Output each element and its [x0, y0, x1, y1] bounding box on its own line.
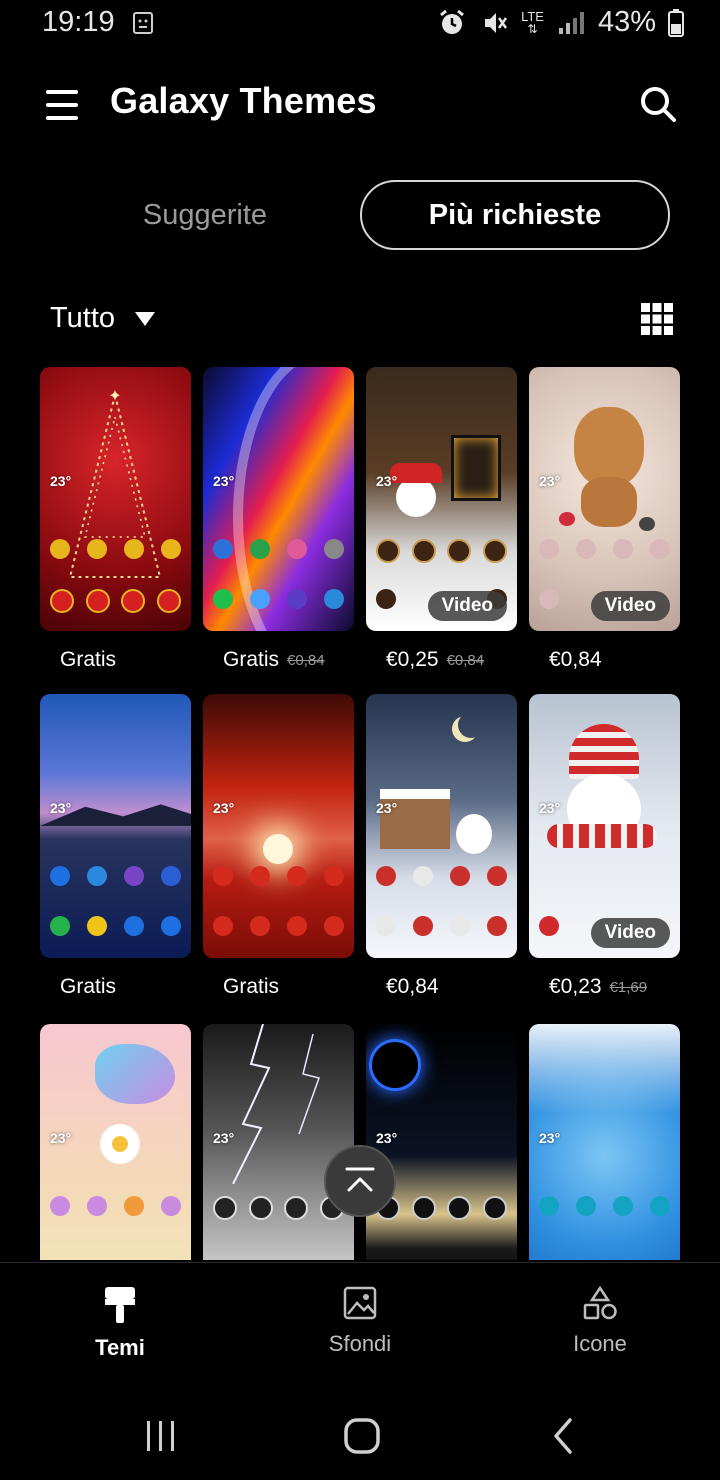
theme-card[interactable]: 23° Gratis	[203, 694, 354, 1002]
bottom-navigation: Temi Sfondi Icone	[0, 1262, 720, 1391]
price: Gratis	[60, 975, 117, 998]
nav-sfondi[interactable]: Sfondi	[270, 1285, 450, 1357]
filter-label: Tutto	[50, 302, 116, 334]
tab-suggerite[interactable]: Suggerite	[50, 180, 360, 250]
theme-thumbnail[interactable]: 23°	[366, 694, 517, 958]
category-filter-dropdown[interactable]: Tutto	[50, 302, 156, 335]
image-icon	[343, 1286, 377, 1320]
price: Gratis	[223, 975, 280, 998]
mute-icon	[485, 12, 508, 33]
theme-card[interactable]: 23° €0,84	[366, 694, 517, 1002]
theme-thumbnail[interactable]: 23°	[366, 1024, 517, 1260]
theme-thumbnail[interactable]: 23°	[203, 1024, 354, 1260]
video-badge: Video	[427, 591, 507, 621]
scroll-to-top-button[interactable]	[324, 1145, 396, 1217]
price: Gratis	[223, 648, 280, 671]
recents-icon[interactable]	[137, 1412, 185, 1460]
grid-view-icon[interactable]	[640, 302, 674, 336]
old-price: €0,84	[287, 651, 325, 669]
battery-percent: 43%	[597, 6, 656, 38]
screenshot-notification-icon	[133, 12, 153, 34]
theme-thumbnail[interactable]: 23°	[203, 367, 354, 631]
theme-thumbnail[interactable]: 23°	[203, 694, 354, 958]
theme-card[interactable]: 23°	[40, 1024, 191, 1260]
app-title: Galaxy Themes	[110, 80, 377, 121]
home-icon[interactable]	[338, 1412, 386, 1460]
alarm-icon	[440, 9, 464, 34]
battery-icon	[668, 8, 684, 37]
theme-card[interactable]: 23° Video €0,23 €1,69	[529, 694, 680, 1002]
theme-thumbnail[interactable]: ✦ 23°	[40, 367, 191, 631]
theme-thumbnail[interactable]: 23°	[40, 694, 191, 958]
theme-card[interactable]: 23°	[366, 1024, 517, 1260]
system-navigation-bar	[0, 1390, 720, 1480]
theme-grid: ✦ 23° Gratis 23° Gratis €0,84 23° Video	[40, 367, 680, 1260]
status-icons: LTE ⇅ 43%	[437, 6, 684, 39]
theme-card[interactable]: 23°	[203, 1024, 354, 1260]
lte-signal-icon: LTE ⇅	[521, 9, 544, 36]
tab-piu-richieste[interactable]: Più richieste	[360, 180, 670, 250]
status-time: 19:19	[42, 6, 115, 38]
nav-label-temi: Temi	[95, 1335, 145, 1360]
theme-card[interactable]: 23° Gratis	[40, 694, 191, 1002]
signal-icon	[558, 11, 584, 34]
paint-roller-icon	[105, 1287, 135, 1323]
theme-thumbnail[interactable]: 23° Video	[529, 694, 680, 958]
theme-card[interactable]: 23° Video €0,25 €0,84	[366, 367, 517, 675]
price: €0,25	[386, 648, 439, 671]
price: €0,84	[549, 648, 602, 671]
dropdown-caret-icon	[135, 311, 156, 326]
shapes-icon	[583, 1285, 617, 1320]
theme-card[interactable]: 23° Video €0,84	[529, 367, 680, 675]
status-bar: 19:19 LTE ⇅ 43%	[0, 0, 720, 50]
price: €0,23	[549, 975, 602, 998]
nav-label-icone: Icone	[573, 1331, 627, 1356]
video-badge: Video	[590, 918, 670, 948]
theme-thumbnail[interactable]: 23° Video	[529, 367, 680, 631]
back-icon[interactable]	[540, 1412, 588, 1460]
old-price: €1,69	[609, 978, 648, 996]
app-bar: Galaxy Themes	[0, 70, 720, 140]
scroll-to-top-icon	[345, 1167, 375, 1192]
svg-text:✦: ✦	[108, 388, 121, 405]
hamburger-menu-icon[interactable]	[42, 86, 84, 126]
price: €0,84	[386, 975, 439, 998]
search-icon[interactable]	[636, 82, 680, 126]
old-price: €0,84	[446, 651, 485, 669]
video-badge: Video	[590, 591, 670, 621]
theme-card[interactable]: 23° Gratis €0,84	[203, 367, 354, 675]
theme-card[interactable]: ✦ 23° Gratis	[40, 367, 191, 675]
theme-thumbnail[interactable]: 23°	[40, 1024, 191, 1260]
nav-temi[interactable]: Temi	[30, 1285, 210, 1361]
nav-icone[interactable]: Icone	[510, 1285, 690, 1357]
nav-label-sfondi: Sfondi	[328, 1331, 392, 1356]
theme-card[interactable]: 23°	[529, 1024, 680, 1260]
price: Gratis	[60, 648, 117, 671]
theme-thumbnail[interactable]: 23°	[529, 1024, 680, 1260]
theme-thumbnail[interactable]: 23° Video	[366, 367, 517, 631]
